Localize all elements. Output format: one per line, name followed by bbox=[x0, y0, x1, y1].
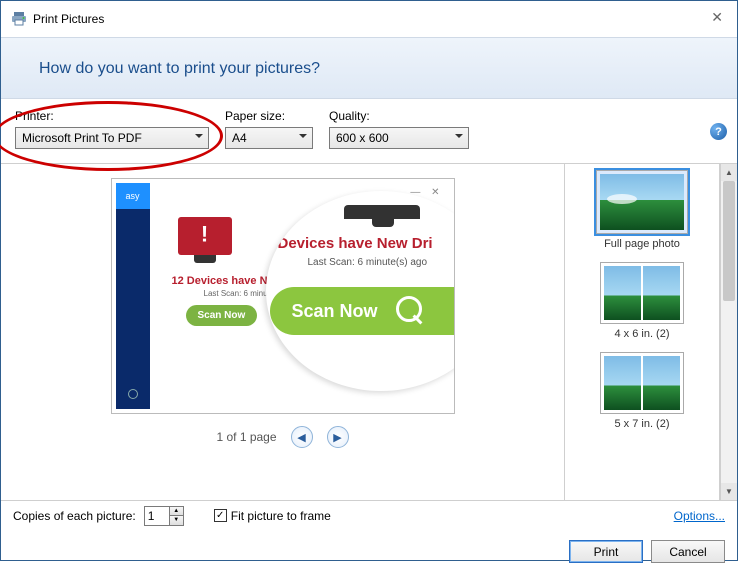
cancel-button[interactable]: Cancel bbox=[651, 540, 725, 563]
print-options-row: Printer: Microsoft Print To PDF Paper si… bbox=[1, 99, 737, 164]
preview-alert-monitor-icon bbox=[178, 217, 232, 255]
copies-input[interactable] bbox=[145, 507, 169, 525]
help-icon[interactable]: ? bbox=[710, 123, 727, 140]
preview-sidebar-icon bbox=[128, 389, 138, 399]
preview-lens-sub: Last Scan: 6 minute(s) ago bbox=[308, 257, 428, 268]
prev-page-button[interactable]: ◀ bbox=[291, 426, 313, 448]
layout-label: 5 x 7 in. (2) bbox=[600, 418, 684, 430]
page-heading: How do you want to print your pictures? bbox=[39, 60, 320, 77]
preview-alert-monitor-stand bbox=[194, 255, 216, 263]
layout-4x6-2[interactable]: 4 x 6 in. (2) bbox=[600, 262, 684, 340]
layout-thumb bbox=[600, 262, 684, 324]
page-nav: 1 of 1 page ◀ ▶ bbox=[216, 426, 348, 448]
window-title: Print Pictures bbox=[33, 12, 104, 26]
copies-label: Copies of each picture: bbox=[13, 509, 136, 523]
titlebar: Print Pictures ✕ bbox=[1, 1, 737, 37]
scroll-up-button[interactable]: ▲ bbox=[721, 164, 737, 181]
preview-small-sub: Last Scan: 6 minute bbox=[204, 289, 275, 298]
preview-lens-headline: Devices have New Dri bbox=[278, 235, 433, 252]
paper-value: A4 bbox=[232, 131, 247, 145]
quality-label: Quality: bbox=[329, 109, 469, 123]
layout-thumb bbox=[600, 352, 684, 414]
scroll-thumb[interactable] bbox=[723, 181, 735, 301]
button-bar: Print Cancel bbox=[1, 530, 737, 572]
print-button[interactable]: Print bbox=[569, 540, 643, 563]
preview-small-scan-button: Scan Now bbox=[186, 305, 258, 326]
page-indicator: 1 of 1 page bbox=[216, 430, 276, 444]
paper-field: Paper size: A4 bbox=[225, 109, 313, 149]
preview-lens-scan-label: Scan Now bbox=[292, 301, 378, 322]
scroll-down-button[interactable]: ▼ bbox=[721, 483, 737, 500]
preview-frame: asy — ✕ 12 Devices have N Last Scan: 6 m… bbox=[111, 178, 455, 414]
paper-label: Paper size: bbox=[225, 109, 313, 123]
preview-lens-scan-button: Scan Now bbox=[270, 287, 455, 335]
copies-stepper[interactable]: ▲ ▼ bbox=[144, 506, 184, 526]
preview-column: asy — ✕ 12 Devices have N Last Scan: 6 m… bbox=[1, 164, 564, 500]
header: How do you want to print your pictures? bbox=[1, 37, 737, 99]
body: asy — ✕ 12 Devices have N Last Scan: 6 m… bbox=[1, 164, 737, 500]
printer-icon bbox=[11, 11, 27, 27]
layout-list[interactable]: Full page photo 4 x 6 in. (2) 5 x 7 in. … bbox=[564, 164, 720, 500]
quality-field: Quality: 600 x 600 bbox=[329, 109, 469, 149]
preview-lens-monitor-icon bbox=[344, 205, 420, 219]
preview-sidebar bbox=[116, 183, 150, 409]
preview-sidebar-badge: asy bbox=[116, 183, 150, 209]
layout-label: 4 x 6 in. (2) bbox=[600, 328, 684, 340]
fit-picture-label: Fit picture to frame bbox=[231, 509, 331, 523]
preview-magnifier-lens: Devices have New Dri Last Scan: 6 minute… bbox=[266, 191, 455, 391]
copies-up-button[interactable]: ▲ bbox=[170, 507, 183, 517]
preview-lens-monitor-stand bbox=[372, 219, 394, 227]
preview-small-headline: 12 Devices have N bbox=[172, 275, 268, 287]
fit-picture-checkbox-wrap: ✓ Fit picture to frame bbox=[214, 509, 331, 523]
layout-5x7-2[interactable]: 5 x 7 in. (2) bbox=[600, 352, 684, 430]
options-link[interactable]: Options... bbox=[674, 509, 725, 523]
printer-dropdown[interactable]: Microsoft Print To PDF bbox=[15, 127, 209, 149]
layout-label: Full page photo bbox=[596, 238, 688, 250]
printer-label: Printer: bbox=[15, 109, 209, 123]
printer-field: Printer: Microsoft Print To PDF bbox=[15, 109, 209, 149]
layout-thumb bbox=[596, 170, 688, 234]
close-icon[interactable]: ✕ bbox=[711, 9, 723, 26]
copies-down-button[interactable]: ▼ bbox=[170, 516, 183, 525]
layout-full-page-photo[interactable]: Full page photo bbox=[596, 170, 688, 250]
paper-dropdown[interactable]: A4 bbox=[225, 127, 313, 149]
printer-value: Microsoft Print To PDF bbox=[22, 131, 142, 145]
search-icon bbox=[396, 296, 426, 326]
fit-picture-checkbox[interactable]: ✓ bbox=[214, 509, 227, 522]
layout-scrollbar[interactable]: ▲ ▼ bbox=[720, 164, 737, 500]
quality-dropdown[interactable]: 600 x 600 bbox=[329, 127, 469, 149]
bottom-bar: Copies of each picture: ▲ ▼ ✓ Fit pictur… bbox=[1, 500, 737, 530]
quality-value: 600 x 600 bbox=[336, 131, 389, 145]
next-page-button[interactable]: ▶ bbox=[327, 426, 349, 448]
